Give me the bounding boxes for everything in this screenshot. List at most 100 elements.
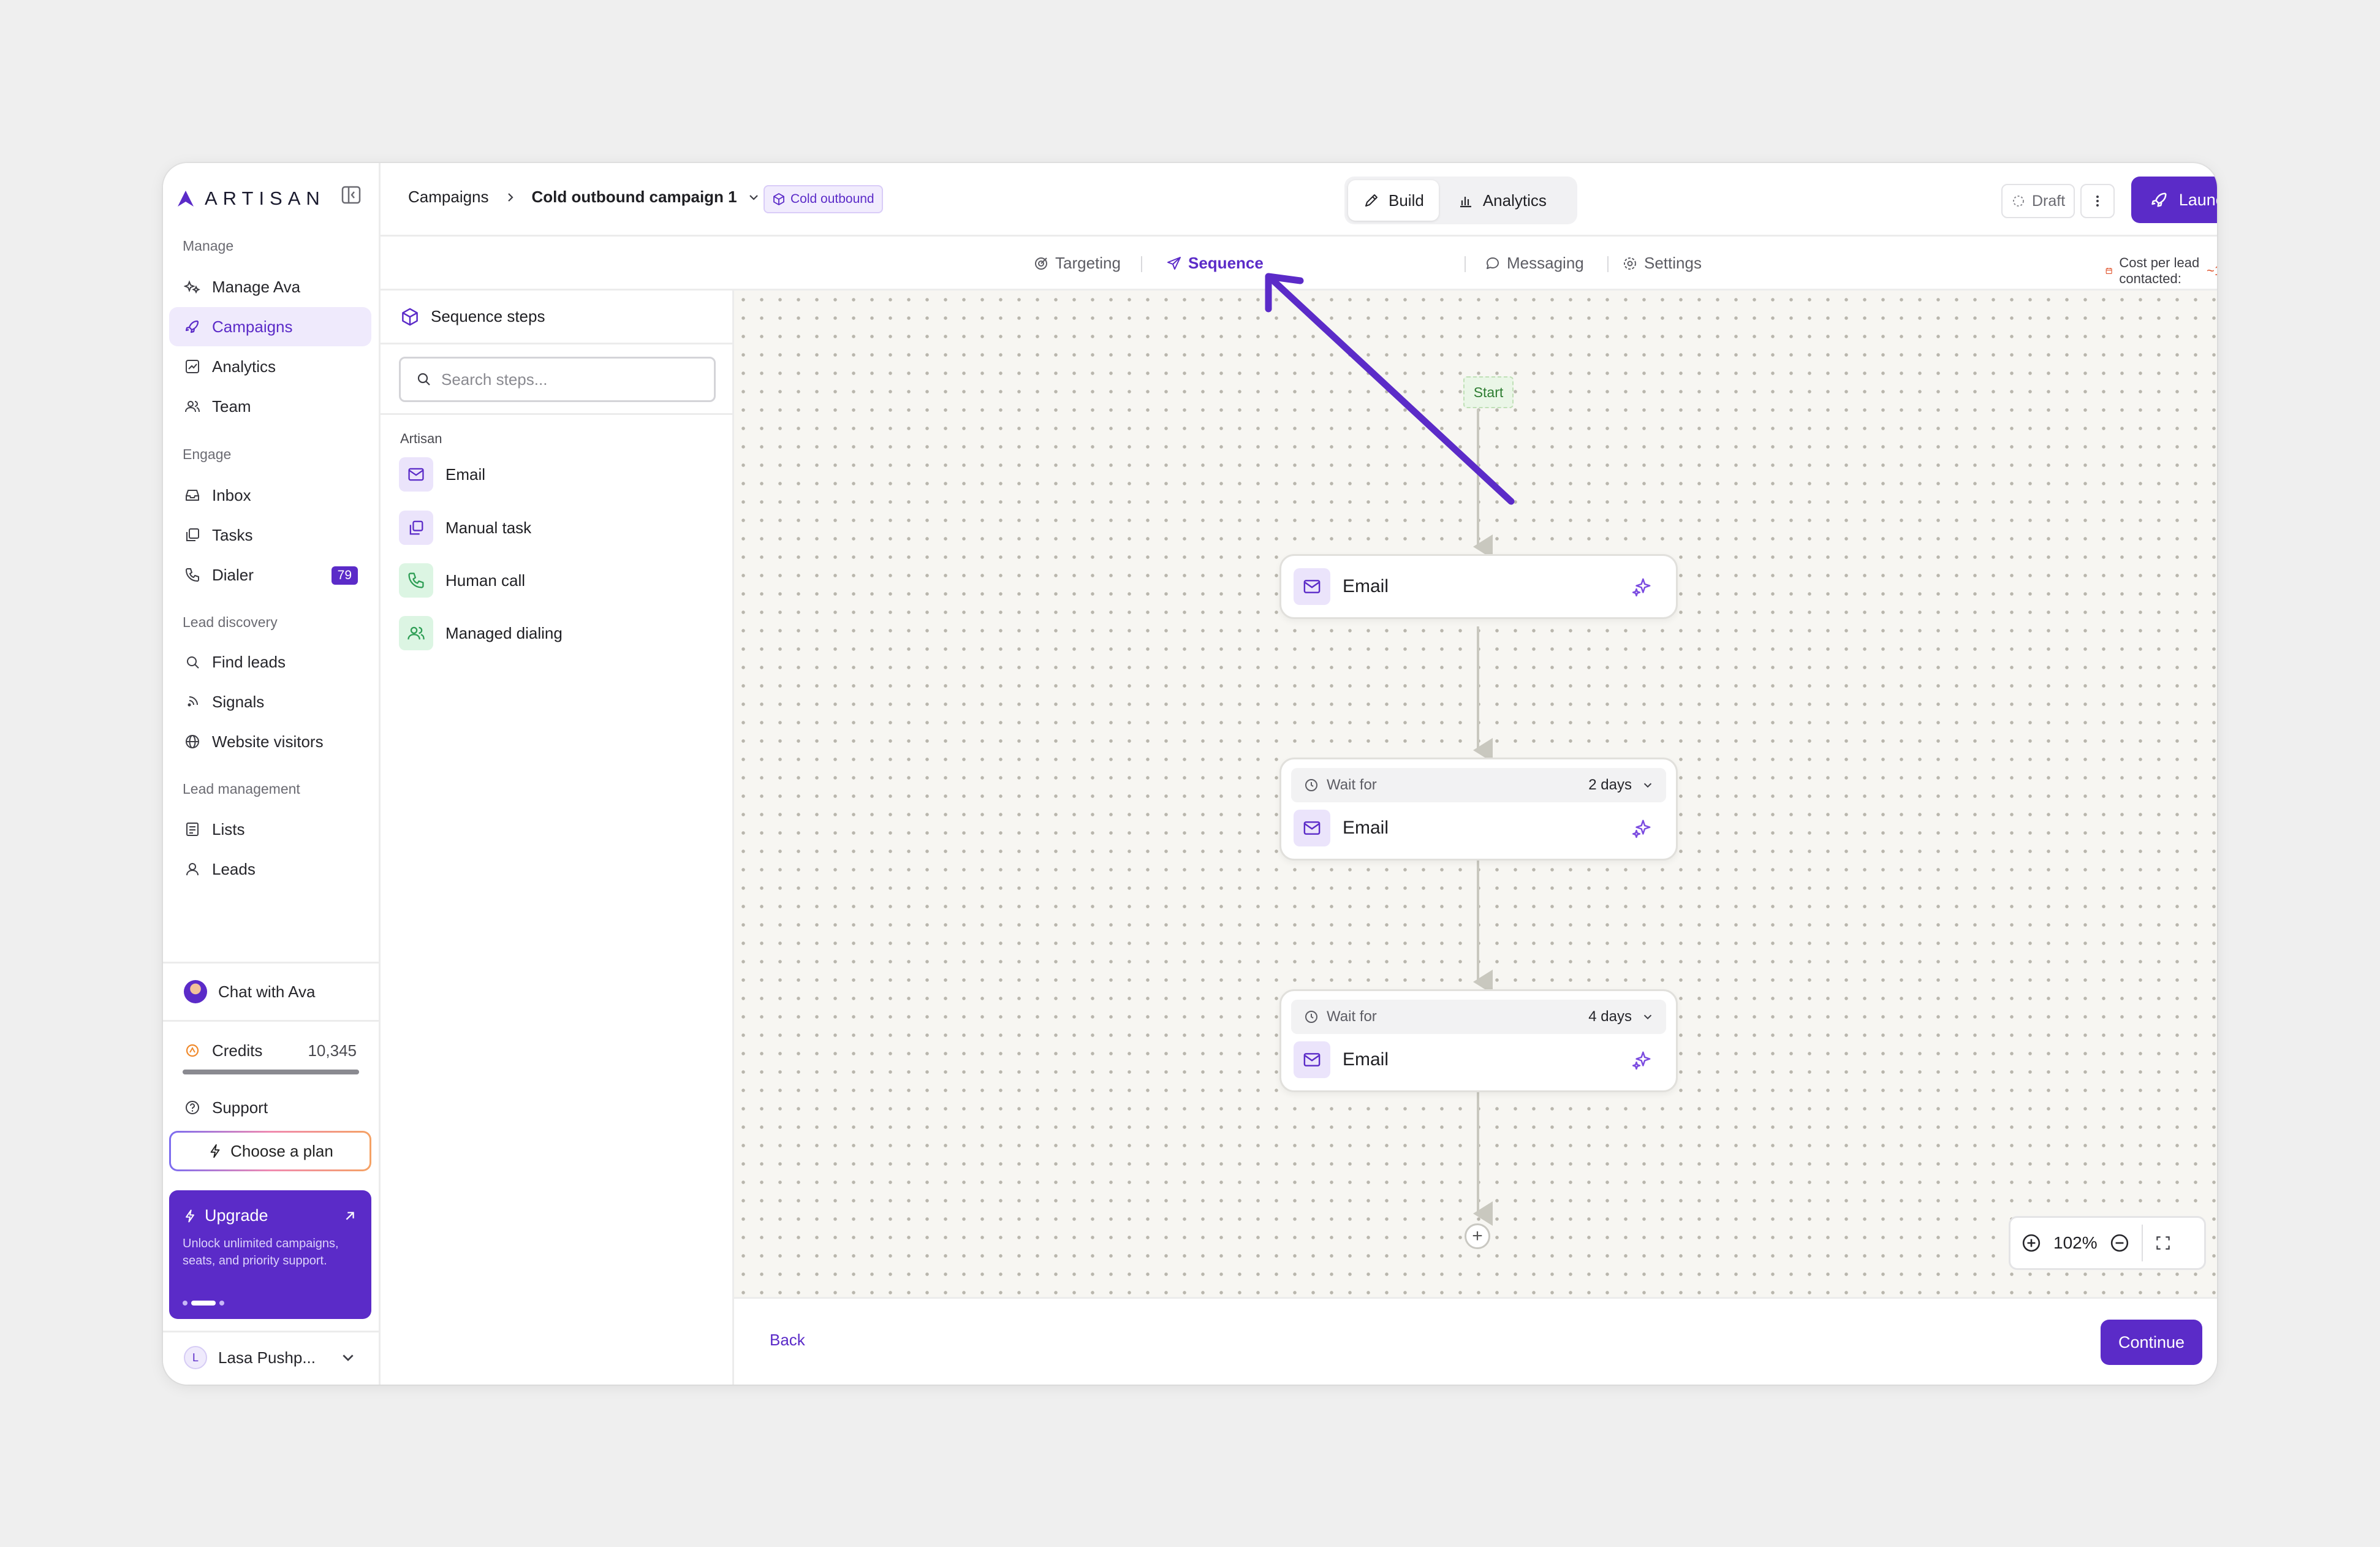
step-email[interactable]: Email [399,456,485,493]
credits-label: Credits [212,1041,263,1060]
sequence-node-email-2[interactable]: Wait for 2 days Email [1279,758,1678,861]
sidebar-item-label: Lists [212,819,245,838]
tab-separator [1465,256,1466,272]
tab-label: Messaging [1507,254,1584,272]
sidebar-item-label: Analytics [212,357,276,376]
sidebar-item-label: Inbox [212,485,251,504]
analytics-tab-label: Analytics [1482,191,1547,210]
draft-label: Draft [2032,192,2066,210]
wait-label: Wait for [1327,1008,1377,1025]
step-dialing-icon-wrap [399,616,433,650]
sidebar-item-leads[interactable]: Leads [169,850,371,889]
sidebar-collapse-icon[interactable] [339,183,363,207]
step-managed-dialing[interactable]: Managed dialing [399,615,563,652]
nav-section-manage: Manage [183,238,234,254]
find-icon [187,656,199,669]
more-options-button[interactable] [2080,184,2115,218]
sidebar-item-signals[interactable]: Signals [169,682,371,721]
bar-chart-icon [1460,197,1471,208]
step-manual-task[interactable]: Manual task [399,509,531,546]
sidebar-item-find-leads[interactable]: Find leads [169,642,371,682]
ai-sparkle-icon[interactable] [1631,816,1654,840]
sidebar-divider [163,1020,381,1022]
view-toggle: Build Analytics [1344,177,1577,224]
analytics-tab[interactable]: Analytics [1442,180,1561,221]
fullscreen-icon[interactable] [2154,1234,2172,1252]
upgrade-card[interactable]: Upgrade Unlock unlimited campaigns, seat… [169,1190,371,1319]
carousel-dots[interactable] [183,1301,224,1306]
tab-targeting[interactable]: Targeting [1033,254,1121,273]
ai-sparkle-icon[interactable] [1631,1048,1654,1071]
sidebar-item-label: Leads [212,859,256,878]
back-button[interactable]: Back [770,1331,805,1350]
rocket-icon [2151,192,2167,207]
sidebar-item-manage-ava[interactable]: Manage Ava [169,267,371,306]
sidebar-item-label: Support [212,1098,268,1117]
user-menu[interactable]: L Lasa Pushp... [169,1338,371,1377]
sidebar-divider [163,962,381,964]
sidebar-item-analytics[interactable]: Analytics [169,347,371,386]
sidebar-item-website-visitors[interactable]: Website visitors [169,722,371,761]
sidebar-item-tasks[interactable]: Tasks [169,515,371,555]
step-human-call[interactable]: Human call [399,562,525,599]
nav-section-engage: Engage [183,446,232,462]
brand[interactable]: ARTISAN [175,180,325,217]
cost-per-lead[interactable]: Cost per lead contacted: ~15 [2105,255,2217,287]
wait-delay-row[interactable]: Wait for 2 days [1291,768,1666,802]
step-email-icon-wrap [399,457,433,492]
wait-duration-select[interactable]: 4 days [1588,1008,1654,1025]
step-search-input[interactable]: Search steps... [399,357,716,402]
sequence-node-email-3[interactable]: Wait for 4 days Email [1279,989,1678,1092]
cost-value: ~15 [2206,263,2217,278]
gear-icon [1624,257,1636,270]
ai-sparkle-icon[interactable] [1631,575,1654,598]
steps-divider [381,413,732,415]
breadcrumb: Campaigns Cold outbound campaign 1 [408,188,760,207]
sidebar-item-campaigns[interactable]: Campaigns [169,307,371,346]
breadcrumb-campaigns[interactable]: Campaigns [408,188,489,207]
arrow-up-right-icon[interactable] [342,1208,358,1224]
sidebar-item-team[interactable]: Team [169,387,371,426]
step-label: Human call [445,571,526,590]
node-mail-icon-wrap [1294,810,1330,846]
node-mail-icon-wrap [1294,1041,1330,1078]
lightning-icon [186,1209,194,1222]
sidebar-item-support[interactable]: Support [169,1088,371,1127]
tab-messaging[interactable]: Messaging [1485,254,1584,273]
sidebar-item-dialer[interactable]: Dialer 79 [169,555,371,595]
add-step-button[interactable]: + [1465,1223,1490,1249]
sidebar-item-inbox[interactable]: Inbox [169,476,371,515]
users-icon [407,626,425,640]
sequence-node-email-1[interactable]: Email [1279,554,1678,619]
sidebar-item-label: Dialer [212,565,254,584]
zoom-in-icon[interactable] [2020,1232,2042,1254]
tab-separator [1607,256,1609,272]
sidebar-item-label: Campaigns [212,317,293,336]
continue-button[interactable]: Continue [2101,1320,2202,1365]
chevron-down-icon[interactable] [747,191,760,204]
launch-label: Launch [2178,190,2217,209]
sidebar-item-lists[interactable]: Lists [169,810,371,849]
brand-name: ARTISAN [205,188,325,209]
start-node: Start [1463,376,1514,408]
sequence-steps-panel: Sequence steps Search steps... Artisan E… [381,291,734,1385]
build-tab[interactable]: Build [1348,180,1439,221]
sidebar-item-label: Manage Ava [212,277,301,296]
wait-label: Wait for [1327,777,1377,793]
breadcrumb-current[interactable]: Cold outbound campaign 1 [532,188,737,207]
credits-row[interactable]: Credits 10,345 [169,1031,371,1070]
wait-duration-select[interactable]: 2 days [1588,777,1654,794]
wait-delay-row[interactable]: Wait for 4 days [1291,1000,1666,1034]
chat-with-ava-button[interactable]: Chat with Ava [169,972,371,1011]
choose-plan-button[interactable]: Choose a plan [169,1131,371,1171]
launch-button[interactable]: Launch [2131,177,2217,223]
globe-icon [186,735,199,748]
tab-sequence[interactable]: Sequence [1166,254,1264,273]
sequence-canvas[interactable]: Start Email Wait for 2 days Email Wait f… [734,291,2217,1297]
tab-settings[interactable]: Settings [1622,254,1702,273]
sidebar-item-label: Signals [212,692,265,711]
zoom-out-icon[interactable] [2109,1232,2131,1254]
user-name: Lasa Pushp... [218,1348,316,1367]
chevron-down-icon [1643,783,1652,788]
build-tab-label: Build [1389,191,1424,210]
